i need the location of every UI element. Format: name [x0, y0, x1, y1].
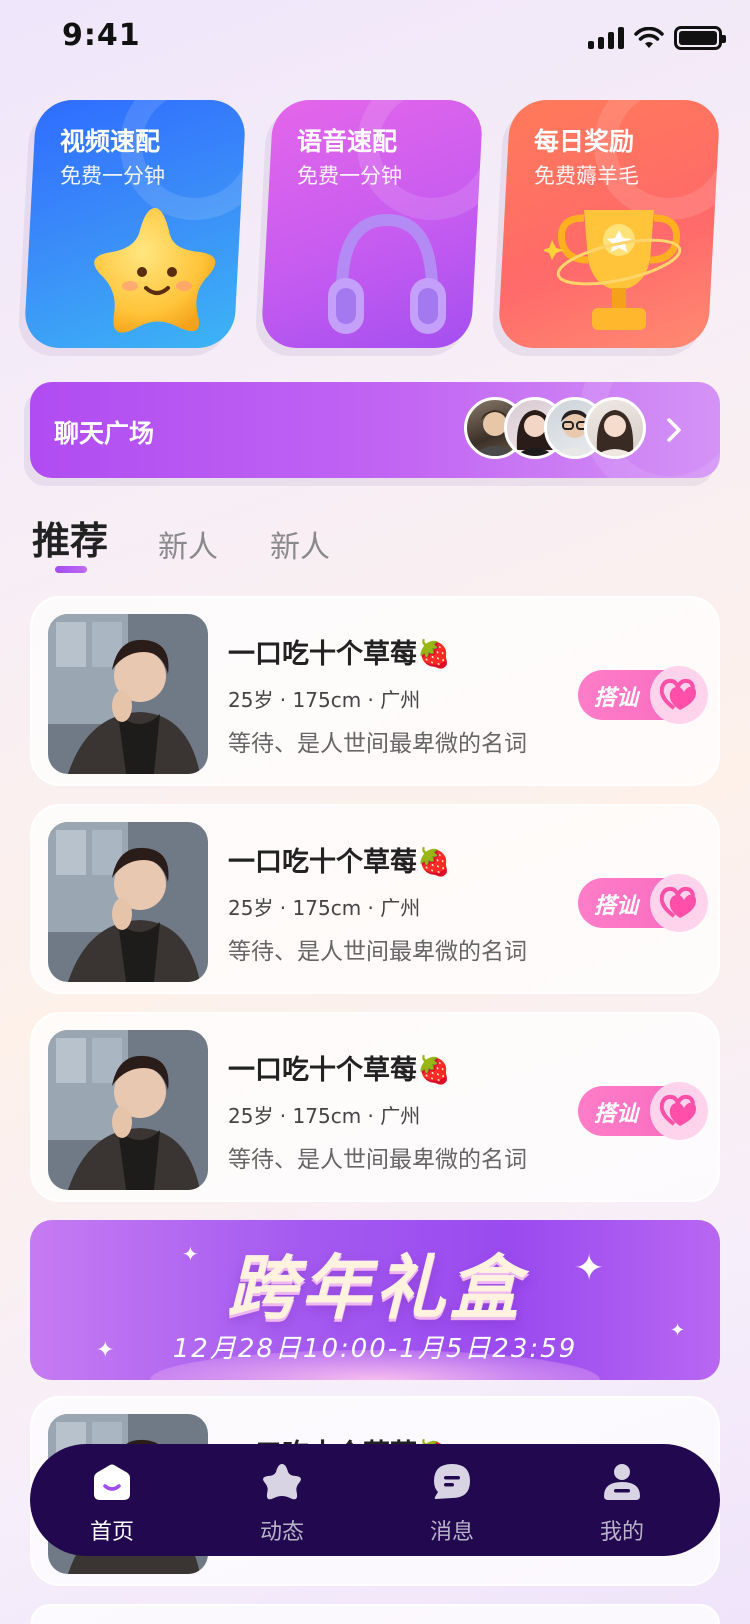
avatar	[584, 397, 646, 459]
promo-date-range: 12月28日10:00-1月5日23:59	[172, 1334, 578, 1364]
user-meta: 25岁 · 175cm · 广州	[228, 688, 421, 712]
heart-icon	[650, 666, 708, 724]
profile-icon	[604, 1464, 640, 1500]
new-year-gift-banner[interactable]: ✦ ✦ ✦ ✦ 跨年礼盒 12月28日10:00-1月5日23:59	[30, 1220, 720, 1380]
daily-reward-card[interactable]: 每日奖励 免费薅羊毛	[497, 100, 721, 348]
nav-profile-label: 我的	[599, 1520, 644, 1545]
nav-home-label: 首页	[89, 1520, 134, 1545]
user-name: 一口吃十个草莓🍓	[228, 639, 451, 670]
headphones-icon	[328, 213, 446, 334]
star-mascot-icon	[94, 208, 216, 333]
user-bio: 等待、是人世间最卑微的名词	[228, 939, 527, 965]
promo-title: 跨年礼盒	[227, 1247, 523, 1329]
daily-reward-subtitle: 免费薅羊毛	[534, 164, 639, 188]
status-icons	[588, 26, 726, 50]
bottom-navigation: 首页 动态 消息 我的	[30, 1444, 720, 1556]
greet-label: 搭讪	[594, 686, 639, 711]
user-meta: 25岁 · 175cm · 广州	[228, 1104, 421, 1128]
video-match-card[interactable]: 视频速配 免费一分钟	[23, 100, 247, 348]
greet-label: 搭讪	[594, 1102, 639, 1127]
video-match-subtitle: 免费一分钟	[60, 164, 165, 188]
user-card[interactable]	[30, 1604, 720, 1624]
nav-profile[interactable]: 我的	[572, 1462, 672, 1546]
status-time: 9:41	[62, 18, 141, 53]
battery-icon	[674, 26, 726, 50]
voice-match-card[interactable]: 语音速配 免费一分钟	[260, 100, 484, 348]
nav-home[interactable]: 首页	[62, 1462, 162, 1546]
chevron-right-icon	[667, 418, 681, 442]
nav-feed[interactable]: 动态	[232, 1462, 332, 1546]
heart-icon	[650, 1082, 708, 1140]
nav-feed-label: 动态	[259, 1520, 304, 1545]
daily-reward-title: 每日奖励	[534, 127, 635, 156]
greet-button[interactable]: 搭讪	[578, 874, 708, 932]
voice-match-subtitle: 免费一分钟	[297, 164, 402, 188]
greet-button[interactable]: 搭讪	[578, 1082, 708, 1140]
user-avatar	[48, 1030, 208, 1190]
nav-messages[interactable]: 消息	[402, 1462, 502, 1546]
user-bio: 等待、是人世间最卑微的名词	[228, 1147, 527, 1173]
user-card[interactable]: 一口吃十个草莓🍓 25岁 · 175cm · 广州 等待、是人世间最卑微的名词 …	[30, 804, 720, 994]
user-name: 一口吃十个草莓🍓	[228, 847, 451, 878]
chat-plaza-banner[interactable]: 聊天广场	[30, 382, 720, 478]
tab-indicator	[55, 566, 87, 573]
user-name: 一口吃十个草莓🍓	[228, 1055, 451, 1086]
user-avatar	[48, 822, 208, 982]
plaza-avatar-stack	[464, 397, 646, 463]
quick-match-cards: 视频速配 免费一分钟 语音速配 免费一分钟 每日奖励 免费薅羊毛	[22, 100, 722, 350]
user-card[interactable]: 一口吃十个草莓🍓 25岁 · 175cm · 广州 等待、是人世间最卑微的名词 …	[30, 596, 720, 786]
greet-button[interactable]: 搭讪	[578, 666, 708, 724]
chat-plaza-title: 聊天广场	[54, 419, 155, 448]
nav-messages-label: 消息	[429, 1520, 474, 1545]
voice-match-title: 语音速配	[297, 127, 398, 156]
wifi-icon	[634, 27, 664, 48]
greet-label: 搭讪	[594, 894, 639, 919]
message-icon	[434, 1464, 470, 1499]
home-icon	[94, 1464, 130, 1500]
tab-new-2[interactable]: 新人	[270, 522, 330, 566]
tab-recommend[interactable]: 推荐	[32, 510, 108, 565]
cellular-signal-icon	[588, 27, 624, 49]
trophy-icon	[544, 210, 682, 330]
star-icon	[263, 1464, 301, 1500]
user-bio: 等待、是人世间最卑微的名词	[228, 731, 527, 757]
user-meta: 25岁 · 175cm · 广州	[228, 896, 421, 920]
user-avatar	[48, 614, 208, 774]
heart-icon	[650, 874, 708, 932]
user-card[interactable]: 一口吃十个草莓🍓 25岁 · 175cm · 广州 等待、是人世间最卑微的名词 …	[30, 1012, 720, 1202]
video-match-title: 视频速配	[60, 127, 161, 156]
tab-new[interactable]: 新人	[158, 522, 218, 566]
status-bar: 9:41	[0, 0, 750, 80]
